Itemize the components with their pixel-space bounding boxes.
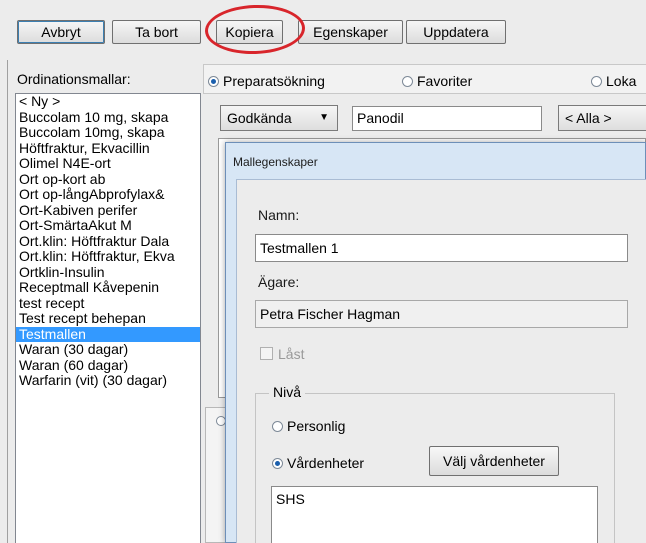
templates-label: Ordinationsmallar: [17,71,131,87]
name-field[interactable]: Testmallen 1 [255,234,628,262]
list-item[interactable]: Ort.klin: Höftfraktur Dala [16,234,200,250]
radio-favoriter[interactable]: Favoriter [402,73,472,89]
radio-icon [402,76,413,87]
radio-vardenheter[interactable]: Vårdenheter [272,455,364,471]
filter-value: Godkända [227,110,292,126]
radio-icon [591,76,602,87]
cancel-button[interactable]: Avbryt [17,20,105,44]
radio-selected-icon [208,76,219,87]
list-item[interactable]: Ort.klin: Höftfraktur, Ekva [16,249,200,265]
radio-label: Personlig [287,418,346,434]
list-item[interactable]: Warfarin (vit) (30 dagar) [16,373,200,389]
app-window: Avbryt Ta bort Kopiera Egenskaper Uppdat… [0,0,646,543]
list-item[interactable]: Buccolam 10mg, skapa [16,125,200,141]
copy-button[interactable]: Kopiera [216,20,283,44]
chevron-down-icon: ▼ [319,112,329,123]
list-item[interactable]: Receptmall Kåvepenin [16,280,200,296]
list-item[interactable]: Test recept behepan [16,311,200,327]
properties-button[interactable]: Egenskaper [298,20,403,44]
list-item[interactable]: < Ny > [16,94,200,110]
list-item[interactable]: Waran (30 dagar) [16,342,200,358]
owner-field: Petra Fischer Hagman [255,300,628,328]
toolbar: Avbryt Ta bort Kopiera Egenskaper Uppdat… [0,0,646,58]
list-item-selected[interactable]: Testmallen [16,326,200,342]
radio-label: Loka [606,73,637,89]
templates-list[interactable]: < Ny > Buccolam 10 mg, skapa Buccolam 10… [15,93,201,543]
search-input[interactable]: Panodil [352,106,542,131]
list-item[interactable]: Höftfraktur, Ekvacillin [16,141,200,157]
list-item[interactable]: Ort-Kabiven perifer [16,203,200,219]
update-button[interactable]: Uppdatera [406,20,506,44]
radio-selected-icon [272,458,283,469]
delete-button[interactable]: Ta bort [112,20,201,44]
owner-label: Ägare: [258,274,300,290]
list-item[interactable]: test recept [16,296,200,312]
radio-icon [272,421,283,432]
units-list[interactable]: SHS [271,486,598,543]
choose-units-button[interactable]: Välj vårdenheter [429,446,559,476]
list-item[interactable]: Buccolam 10 mg, skapa [16,110,200,126]
list-item[interactable]: SHS [276,491,597,507]
name-label: Namn: [258,207,300,223]
level-group-title: Nivå [269,384,306,400]
list-item[interactable]: Waran (60 dagar) [16,358,200,374]
list-item[interactable]: Ort op-långAbprofylax& [16,187,200,203]
panel-splitter[interactable] [7,60,8,543]
list-item[interactable]: Ort op-kort ab [16,172,200,188]
radio-lokala[interactable]: Loka [591,73,636,89]
scope-dropdown[interactable]: < Alla > [558,105,646,131]
dialog-title: Mallegenskaper [233,155,318,169]
radio-label: Favoriter [417,73,473,89]
list-item[interactable]: Ortklin-Insulin [16,265,200,281]
list-item[interactable]: Ort-SmärtaAkut M [16,218,200,234]
radio-personlig[interactable]: Personlig [272,418,345,434]
locked-checkbox[interactable] [260,347,273,360]
list-item[interactable]: Olimel N4E-ort [16,156,200,172]
radio-label: Preparatsökning [223,73,325,89]
locked-label: Låst [278,346,305,362]
search-mode-bar: Preparatsökning Favoriter Loka [203,64,646,94]
radio-preparatsokning[interactable]: Preparatsökning [208,73,325,89]
radio-label: Vårdenheter [287,455,365,471]
filter-dropdown[interactable]: Godkända ▼ [220,105,338,131]
